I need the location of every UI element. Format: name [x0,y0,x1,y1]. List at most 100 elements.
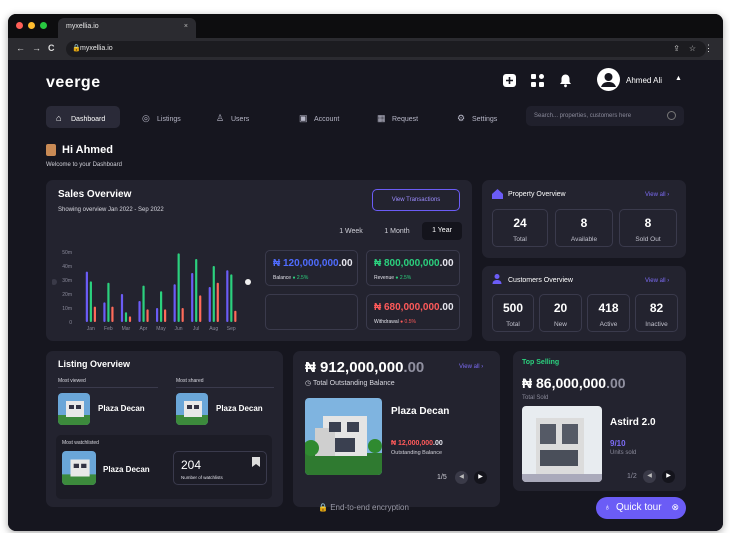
add-icon[interactable] [502,73,517,88]
chart-next-arrow-icon[interactable] [245,279,251,285]
property-image[interactable] [522,406,602,482]
sales-overview-title: Sales Overview [58,189,132,200]
most-shared-label: Most shared [176,378,204,384]
period-1-month[interactable]: 1 Month [376,224,418,240]
next-arrow-icon[interactable]: ▶ [662,470,675,483]
empty-box [265,294,358,330]
tab-close-icon[interactable]: × [184,23,188,30]
property-overview-title: Property Overview [508,191,566,198]
top-selling-property-name[interactable]: Astird 2.0 [610,417,656,428]
quick-tour-button[interactable]: ♁ Quick tour ⊗ [596,497,686,519]
chart-prev-arrow-icon[interactable] [52,279,57,285]
property-image[interactable] [305,398,382,475]
stat-value: 418 [598,301,619,315]
prev-arrow-icon[interactable]: ◀ [455,471,468,484]
greeting-subtitle: Welcome to your Dashboard [46,162,122,168]
x-tick-label: Jul [193,326,199,332]
top-selling-card: Top Selling ₦ 86,000,000.00 Total Sold A… [513,351,686,491]
view-all-text: View all [645,278,666,284]
next-arrow-icon[interactable]: ▶ [474,471,487,484]
bar [111,306,114,322]
most-viewed-name[interactable]: Plaza Decan [98,404,145,413]
gear-icon: ⚙ [457,113,466,123]
stat-label: Available [570,236,598,243]
bookmark-star-icon[interactable]: ☆ [689,44,696,53]
share-icon[interactable]: ⇪ [673,44,680,53]
outstanding-view-all-link[interactable]: View all › [459,364,483,370]
stat-sold-out: 8 Sold Out [619,209,677,247]
balance-change: 2.5% [296,275,309,281]
chevron-right-icon: › [481,364,484,370]
browser-menu-icon[interactable]: ⋮ [704,43,713,54]
bar [160,291,163,322]
nav-users[interactable]: ♙ Users [216,106,249,128]
nav-account[interactable]: ▣ Account [299,106,339,128]
url-text: myxellia.io [80,45,113,52]
nav-request[interactable]: ▦ Request [377,106,418,128]
stat-value: 8 [644,216,652,230]
avatar[interactable] [597,68,620,91]
withdrawal-amount: ₦ 680,000,000.00 [374,302,454,313]
bar [138,301,141,322]
listing-overview-title: Listing Overview [58,359,131,369]
search-input[interactable]: Search... properties, customers here [526,106,684,126]
divider [176,387,274,388]
maximize-window-dot[interactable] [40,22,47,29]
most-shared-name[interactable]: Plaza Decan [216,404,263,413]
nav-listings[interactable]: ◎ Listings [142,106,181,128]
url-field[interactable]: 🔒 myxellia.io ⇪ ☆ [66,41,706,57]
balance-box: ₦ 120,000,000.00 Balance ● 2.5% [265,250,358,286]
bar [177,253,180,322]
apps-grid-icon[interactable] [530,73,545,88]
bar [93,306,96,322]
divider [58,387,158,388]
bar [226,270,229,322]
back-icon[interactable]: ← [16,43,25,53]
listing-overview-card: Listing Overview Most viewed Plaza Decan… [46,351,283,507]
prev-arrow-icon[interactable]: ◀ [643,470,656,483]
building-photo-icon [522,406,602,482]
most-watchlisted-name[interactable]: Plaza Decan [103,465,150,474]
property-thumbnail[interactable] [58,393,90,425]
close-circle-icon[interactable]: ⊗ [671,502,679,513]
period-1-week[interactable]: 1 Week [332,224,370,240]
bar [146,309,149,322]
reload-icon[interactable]: C [48,43,55,53]
property-view-all-link[interactable]: View all › [645,192,669,198]
x-tick-label: Feb [104,326,113,332]
outstanding-property-name[interactable]: Plaza Decan [391,406,449,417]
nav-dashboard[interactable]: ⌂ Dashboard [46,106,120,128]
forward-icon[interactable]: → [32,43,41,53]
property-outstanding-amount-main: ₦ 12,000,000 [391,440,434,447]
bar [124,312,128,322]
chevron-right-icon: › [667,278,670,284]
y-tick-label: 20m [62,292,72,298]
search-icon[interactable] [667,111,676,120]
view-all-text: View all [645,192,666,198]
x-tick-label: Aug [209,326,218,332]
view-transactions-button[interactable]: View Transactions [372,189,460,211]
property-thumbnail[interactable] [62,451,96,485]
property-thumbnail[interactable] [176,393,208,425]
stat-label: Total [506,321,520,328]
browser-tab[interactable]: myxellia.io × [58,18,196,38]
close-window-dot[interactable] [16,22,23,29]
view-all-text: View all [459,364,480,370]
most-watchlisted-label: Most watchlisted [62,440,99,446]
up-arrow-icon: ● [292,275,296,281]
user-name[interactable]: Ahmed Ali [626,76,662,85]
sales-bar-chart: 50m 40m 30m 20m 10m 0 Jan Feb Mar Apr May Jun Jul Aug… [52,250,251,332]
bell-icon[interactable] [558,73,573,88]
balance-label-text: Balance [273,275,292,281]
nav-settings[interactable]: ⚙ Settings [457,106,497,128]
revenue-label-text: Revenue [374,275,395,281]
browser-window: myxellia.io × ← → C 🔒 myxellia.io ⇪ ☆ ⋮ … [8,14,723,531]
outstanding-label-text: Total Outstanding Balance [312,380,395,387]
outstanding-balance-card: ₦ 912,000,000.00 View all › ◷ Total Outs… [293,351,500,507]
minimize-window-dot[interactable] [28,22,35,29]
customers-view-all-link[interactable]: View all › [645,278,669,284]
brand-logo[interactable]: veerge [46,74,101,92]
period-1-year[interactable]: 1 Year [422,222,462,240]
chevron-up-icon[interactable]: ▲ [675,75,682,82]
bar [120,294,124,322]
